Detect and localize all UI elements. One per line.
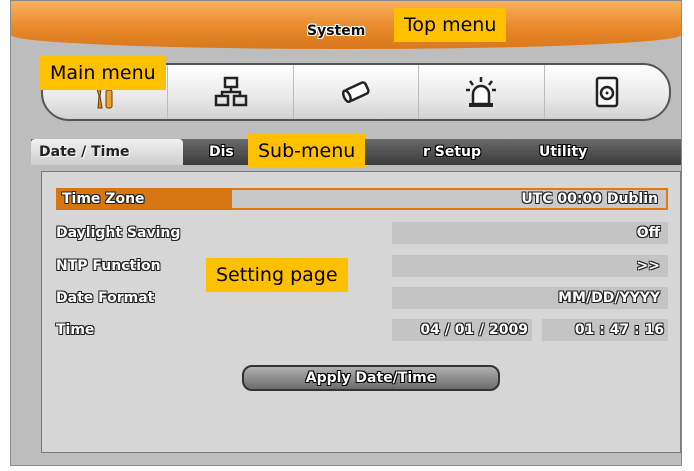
callout-sub-menu: Sub-menu	[248, 134, 366, 168]
alarm-icon	[466, 77, 497, 107]
callout-main-menu: Main menu	[40, 56, 166, 90]
network-icon	[214, 76, 247, 107]
tab-display[interactable]: Dis	[209, 139, 234, 165]
ntp-function-row[interactable]: NTP Function >>	[56, 255, 668, 277]
main-menu-item-camera[interactable]	[294, 65, 420, 119]
tab-utility[interactable]: Utility	[539, 139, 587, 165]
main-menu-item-network[interactable]	[168, 65, 294, 119]
clock-value[interactable]: 01 : 47 : 16	[542, 319, 668, 341]
top-menu-bar: System	[11, 1, 681, 49]
callout-top-menu: Top menu	[394, 8, 507, 42]
time-zone-row[interactable]: Time Zone UTC 00:00 Dublin	[56, 188, 668, 210]
date-format-label: Date Format	[56, 290, 155, 306]
date-format-value[interactable]: MM/DD/YYYY	[392, 287, 668, 309]
ntp-function-label: NTP Function	[56, 258, 161, 274]
time-label: Time	[56, 322, 95, 338]
setting-page: Time Zone UTC 00:00 Dublin Daylight Savi…	[41, 171, 681, 453]
callout-setting-page: Setting page	[206, 258, 348, 292]
time-zone-label: Time Zone	[56, 188, 232, 210]
apply-date-time-button[interactable]: Apply Date/Time	[242, 365, 500, 391]
main-menu-item-storage[interactable]	[545, 65, 669, 119]
daylight-saving-label: Daylight Saving	[56, 225, 181, 241]
disk-icon	[595, 76, 619, 108]
tab-date-time[interactable]: Date / Time	[31, 139, 183, 165]
time-row[interactable]: Time 04 / 01 / 2009 01 : 47 : 16	[56, 319, 668, 341]
daylight-saving-row[interactable]: Daylight Saving Off	[56, 222, 668, 244]
date-format-row[interactable]: Date Format MM/DD/YYYY	[56, 287, 668, 309]
date-value[interactable]: 04 / 01 / 2009	[392, 319, 532, 341]
top-menu-title[interactable]: System	[307, 23, 365, 39]
time-zone-value[interactable]: UTC 00:00 Dublin	[358, 188, 666, 210]
daylight-saving-value[interactable]: Off	[392, 222, 668, 244]
camera-icon	[341, 81, 370, 104]
ntp-function-value[interactable]: >>	[392, 255, 668, 277]
main-menu-item-event[interactable]	[419, 65, 545, 119]
tab-user-setup[interactable]: r Setup	[423, 139, 481, 165]
